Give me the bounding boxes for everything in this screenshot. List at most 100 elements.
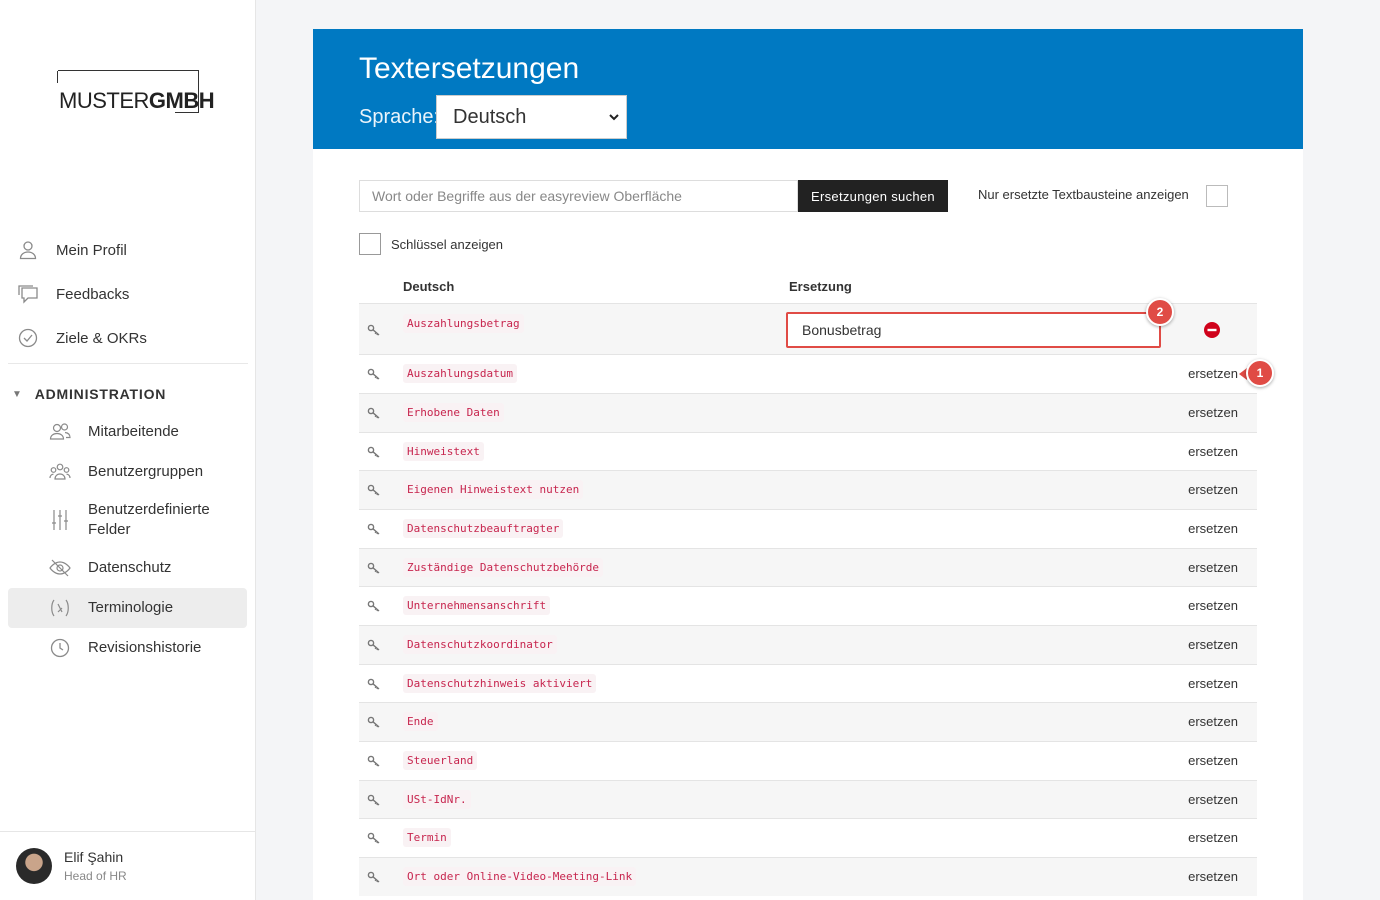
sidebar-item-label: Benutzerdefinierte Felder [88,501,210,538]
table-row: Hinweistext ersetzen [359,432,1257,470]
language-select[interactable]: Deutsch [436,95,627,139]
term-key: USt-IdNr. [403,790,471,809]
table-row: Erhobene Daten ersetzen [359,393,1257,432]
replace-link[interactable]: ersetzen [1188,869,1238,884]
table-row: Steuerland ersetzen [359,741,1257,780]
language-select-value: Deutsch [453,105,527,128]
term-key: Unternehmensanschrift [403,596,551,615]
key-icon [367,638,381,652]
search-placeholder: Wort oder Begriffe aus der easyreview Ob… [372,188,682,204]
sidebar-item-revisionshistorie[interactable]: Revisionshistorie [8,628,247,668]
remove-icon[interactable] [1204,322,1220,338]
term-key: Steuerland [403,751,478,770]
show-keys-checkbox[interactable] [359,233,381,255]
term-key: Datenschutzhinweis aktiviert [403,674,597,693]
key-icon [367,831,381,845]
table-row: Ort oder Online-Video-Meeting-Link ersetz… [359,857,1257,896]
sliders-icon [48,508,72,532]
replace-link[interactable]: ersetzen [1188,830,1238,845]
key-icon [367,445,381,459]
table-row: Datenschutzkoordinator ersetzen [359,625,1257,664]
replace-link[interactable]: ersetzen [1188,598,1238,613]
replace-link[interactable]: ersetzen [1188,444,1238,459]
only-replaced-checkbox[interactable] [1206,185,1228,207]
sidebar-item-label: Datenschutz [88,559,172,576]
column-header-german: Deutsch [403,279,455,294]
sidebar-item-label: Benutzergruppen [88,463,204,480]
table-row: Zuständige Datenschutzbehörde ersetzen [359,548,1257,586]
key-icon [367,483,381,497]
chevron-down-icon [609,114,619,121]
sidebar-item-benutzergruppen[interactable]: Benutzergruppen [8,452,247,492]
replace-link[interactable]: ersetzen [1188,366,1238,381]
sidebar-item-mitarbeitende[interactable]: Mitarbeitende [8,412,247,452]
user-icon [16,238,40,262]
nav-item-ziele-okrs[interactable]: Ziele & OKRs [0,318,248,358]
show-keys-label: Schlüssel anzeigen [391,237,504,252]
table-row: Unternehmensanschrift ersetzen [359,586,1257,625]
key-icon [367,793,381,807]
table-row: USt-IdNr. ersetzen [359,780,1257,818]
avatar [16,848,52,884]
replace-link[interactable]: ersetzen [1188,676,1238,691]
replace-link[interactable]: ersetzen [1188,792,1238,807]
key-icon [367,367,381,381]
page-title: Textersetzungen [359,52,580,85]
only-replaced-label: Nur ersetzte Textbausteine anzeigen [978,187,1189,202]
eye-off-icon [48,556,72,580]
replacement-input-value: Bonusbetrag [802,322,882,338]
annotation-badge-1: 1 [1246,359,1274,387]
term-key: Datenschutzbeauftragter [403,519,564,538]
replace-link[interactable]: ersetzen [1188,753,1238,768]
term-key: Ort oder Online-Video-Meeting-Link [403,867,637,886]
table-row: Datenschutzbeauftragter ersetzen [359,509,1257,548]
replace-link[interactable]: ersetzen [1188,637,1238,652]
replace-link[interactable]: ersetzen [1188,405,1238,420]
search-input[interactable]: Wort oder Begriffe aus der easyreview Ob… [359,180,798,212]
replace-link[interactable]: ersetzen [1188,482,1238,497]
term-key: Termin [403,828,451,847]
term-key: Eigenen Hinweistext nutzen [403,480,584,499]
key-icon [367,406,381,420]
main-panel: Textersetzungen Sprache: Deutsch Wort od… [313,29,1303,900]
admin-header-label: ADMINISTRATION [34,386,167,402]
table-row: Datenschutzhinweis aktiviert ersetzen [359,664,1257,702]
page-header: Textersetzungen Sprache: Deutsch [313,29,1303,149]
company-logo[interactable]: MUSTERGMBH [57,70,215,113]
key-icon [367,870,381,884]
caret-down-icon: ▼ [12,388,23,400]
term-key: Ende [403,712,438,731]
sidebar-item-label: Terminologie [88,599,174,616]
nav-item-feedbacks[interactable]: Feedbacks [0,274,248,314]
term-key: Zuständige Datenschutzbehörde [403,558,604,577]
groups-icon [48,460,72,484]
sidebar-item-datenschutz[interactable]: Datenschutz [8,548,247,588]
logo-wordmark: MUSTERGMBH [59,88,215,113]
user-profile-box[interactable]: Elif Şahin Head of HR [0,831,255,900]
people-icon [48,420,72,444]
admin-section-header[interactable]: ▼ ADMINISTRATION [12,384,166,404]
column-header-replacement: Ersetzung [789,279,852,294]
search-replacements-button[interactable]: Ersetzungen suchen [798,180,948,212]
sidebar-item-label: Revisionshistorie [88,639,202,656]
sidebar-item-benutzerdefinierte-felder[interactable]: Benutzerdefinierte Felder [8,499,247,541]
function-icon [48,596,72,620]
replacement-input[interactable]: Bonusbetrag [786,312,1161,348]
user-role: Head of HR [64,869,127,883]
replace-link[interactable]: ersetzen [1188,560,1238,575]
table-row: Eigenen Hinweistext nutzen ersetzen [359,470,1257,509]
user-name: Elif Şahin [64,849,124,865]
sidebar: MUSTERGMBH Mein Profil Feedbacks Ziele &… [0,0,256,900]
nav-item-label: Feedbacks [56,285,130,303]
key-icon [367,677,381,691]
nav-item-mein-profil[interactable]: Mein Profil [0,230,248,270]
key-icon [367,715,381,729]
sidebar-item-terminologie[interactable]: Terminologie [8,588,247,628]
annotation-badge-2: 2 [1146,298,1174,326]
term-key: Hinweistext [403,442,484,461]
replace-link[interactable]: ersetzen [1188,714,1238,729]
key-icon [367,522,381,536]
check-circle-icon [16,326,40,350]
key-icon [367,561,381,575]
replace-link[interactable]: ersetzen [1188,521,1238,536]
